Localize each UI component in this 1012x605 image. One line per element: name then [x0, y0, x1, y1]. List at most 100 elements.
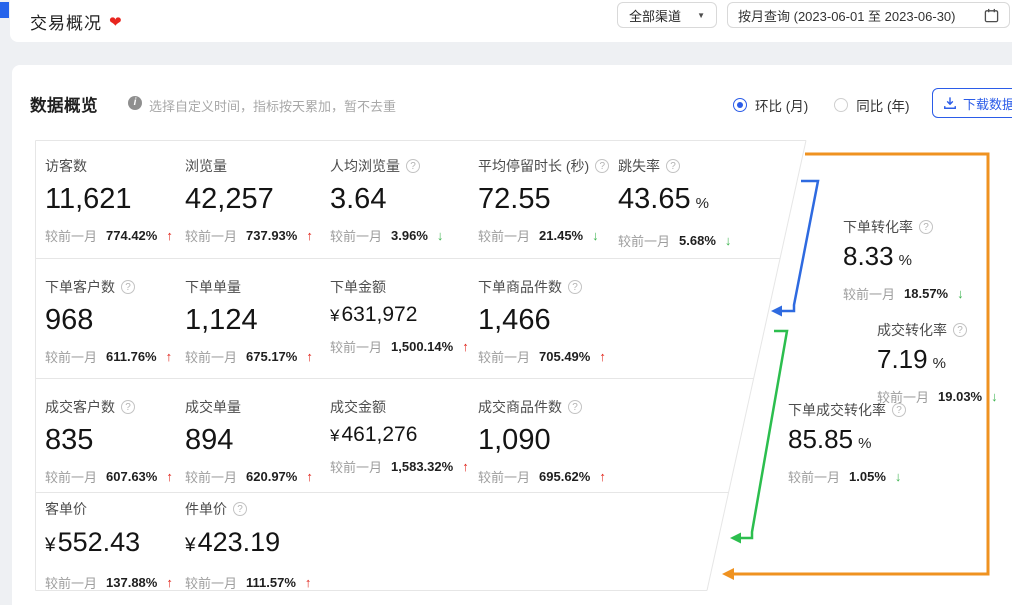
change-value: 675.17% — [246, 349, 297, 364]
help-icon[interactable]: ? — [892, 403, 906, 417]
metric-change: 较前一月 111.57% ↑ — [185, 575, 311, 590]
metric-label: 件单价 — [185, 499, 227, 519]
metric-change: 较前一月 1.05% ↓ — [788, 469, 906, 484]
radio-yoy-label: 同比 (年) — [856, 95, 909, 115]
currency-symbol: ¥ — [330, 423, 339, 449]
compare-prefix: 较前一月 — [330, 337, 382, 356]
metric-card-views-per-visitor: 人均浏览量? 3.64 较前一月 3.96% ↓ — [330, 158, 443, 243]
metric-change: 较前一月 705.49% ↑ — [478, 349, 606, 364]
percent-suffix: % — [899, 246, 912, 275]
metric-value: 835 — [45, 424, 173, 456]
metric-change: 较前一月 3.96% ↓ — [330, 228, 443, 243]
currency-symbol: ¥ — [330, 303, 339, 329]
download-label: 下载数据 — [963, 94, 1012, 113]
change-value: 695.62% — [539, 469, 590, 484]
help-icon[interactable]: ? — [406, 159, 420, 173]
change-value: 21.45% — [539, 228, 583, 243]
help-icon[interactable]: ? — [568, 280, 582, 294]
trend-arrow-icon: ↓ — [592, 228, 599, 243]
metric-change: 较前一月 620.97% ↑ — [185, 469, 313, 484]
metric-change: 较前一月 137.88% ↑ — [45, 575, 173, 590]
metric-label: 下单商品件数 — [478, 277, 562, 297]
change-value: 1,500.14% — [391, 339, 453, 354]
change-value: 19.03% — [938, 389, 982, 404]
compare-prefix: 较前一月 — [185, 573, 237, 592]
compare-prefix: 较前一月 — [788, 467, 840, 486]
help-icon[interactable]: ? — [568, 400, 582, 414]
metric-label: 下单客户数 — [45, 277, 115, 297]
compare-radio-group: 环比 (月) 同比 (年) — [733, 95, 910, 115]
radio-selected-icon — [733, 98, 747, 112]
help-icon[interactable]: ? — [121, 400, 135, 414]
change-value: 1,583.32% — [391, 459, 453, 474]
metric-change: 较前一月 5.68% ↓ — [618, 233, 731, 248]
compare-prefix: 较前一月 — [330, 457, 382, 476]
trend-arrow-icon: ↑ — [305, 575, 312, 590]
metric-value: 1,466 — [478, 304, 606, 336]
currency-symbol: ¥ — [185, 530, 196, 562]
metric-change: 较前一月 611.76% ↑ — [45, 349, 172, 364]
date-range-value: 按月查询 (2023-06-01 至 2023-06-30) — [738, 6, 956, 25]
metric-change: 较前一月 18.57% ↓ — [843, 286, 964, 301]
compare-prefix: 较前一月 — [330, 226, 382, 245]
metric-card-order-customers: 下单客户数? 968 较前一月 611.76% ↑ — [45, 279, 172, 364]
change-value: 137.88% — [106, 575, 157, 590]
trend-arrow-icon: ↓ — [895, 469, 902, 484]
trend-arrow-icon: ↑ — [599, 469, 606, 484]
radio-year-over-year[interactable]: 同比 (年) — [834, 95, 909, 115]
metric-label: 跳失率 — [618, 156, 660, 176]
metric-value: 7.19% — [877, 345, 998, 378]
compare-prefix: 较前一月 — [45, 467, 97, 486]
compare-prefix: 较前一月 — [45, 573, 97, 592]
metric-label: 下单转化率 — [843, 217, 913, 237]
compare-prefix: 较前一月 — [45, 226, 97, 245]
channel-select[interactable]: 全部渠道 ▼ — [617, 2, 717, 28]
compare-prefix: 较前一月 — [478, 467, 530, 486]
date-range-picker[interactable]: 按月查询 (2023-06-01 至 2023-06-30) — [727, 2, 1010, 28]
metric-value: 42,257 — [185, 183, 313, 215]
help-icon[interactable]: ? — [595, 159, 609, 173]
compare-prefix: 较前一月 — [185, 347, 237, 366]
metric-card-deal-items: 成交商品件数? 1,090 较前一月 695.62% ↑ — [478, 399, 606, 484]
help-icon[interactable]: ? — [233, 502, 247, 516]
metric-card-pageviews: 浏览量 42,257 较前一月 737.93% ↑ — [185, 158, 313, 243]
trend-arrow-icon: ↓ — [437, 228, 444, 243]
metric-change: 较前一月 695.62% ↑ — [478, 469, 606, 484]
percent-suffix: % — [933, 349, 946, 378]
trend-arrow-icon: ↓ — [991, 389, 998, 404]
metric-card-avg-stay-seconds: 平均停留时长 (秒)? 72.55 较前一月 21.45% ↓ — [478, 158, 609, 243]
metric-card-avg-per-customer: 客单价 ¥552.43 较前一月 137.88% ↑ — [45, 501, 173, 590]
metric-card-visitors: 访客数 11,621 较前一月 774.42% ↑ — [45, 158, 173, 243]
help-icon[interactable]: ? — [919, 220, 933, 234]
metric-label: 成交转化率 — [877, 320, 947, 340]
favorite-heart-icon[interactable]: ❤ — [109, 13, 123, 31]
metric-change: 较前一月 675.17% ↑ — [185, 349, 313, 364]
radio-month-over-month[interactable]: 环比 (月) — [733, 95, 808, 115]
metric-card-order-amount: 下单金额 ¥631,972 较前一月 1,500.14% ↑ — [330, 279, 469, 354]
info-icon: i — [128, 96, 142, 110]
percent-suffix: % — [858, 429, 871, 458]
metric-value: 968 — [45, 304, 172, 336]
trend-arrow-icon: ↑ — [306, 469, 313, 484]
download-data-button[interactable]: 下载数据 — [932, 88, 1012, 118]
metric-label: 平均停留时长 (秒) — [478, 156, 589, 176]
change-value: 705.49% — [539, 349, 590, 364]
change-value: 18.57% — [904, 286, 948, 301]
help-icon[interactable]: ? — [121, 280, 135, 294]
chevron-down-icon: ▼ — [697, 11, 705, 20]
compare-prefix: 较前一月 — [185, 467, 237, 486]
metric-card-deal-customers: 成交客户数? 835 较前一月 607.63% ↑ — [45, 399, 173, 484]
trend-arrow-icon: ↑ — [306, 349, 313, 364]
change-value: 111.57% — [246, 575, 296, 590]
trend-arrow-icon: ↑ — [166, 575, 173, 590]
metric-label: 人均浏览量 — [330, 156, 400, 176]
metric-change: 较前一月 737.93% ↑ — [185, 228, 313, 243]
help-icon[interactable]: ? — [953, 323, 967, 337]
metric-value: 85.85% — [788, 425, 906, 458]
metric-label: 浏览量 — [185, 156, 227, 176]
help-icon[interactable]: ? — [666, 159, 680, 173]
section-hint: 选择自定义时间，指标按天累加，暂不去重 — [149, 96, 396, 115]
percent-suffix: % — [696, 188, 709, 220]
change-value: 774.42% — [106, 228, 157, 243]
trend-arrow-icon: ↓ — [957, 286, 964, 301]
